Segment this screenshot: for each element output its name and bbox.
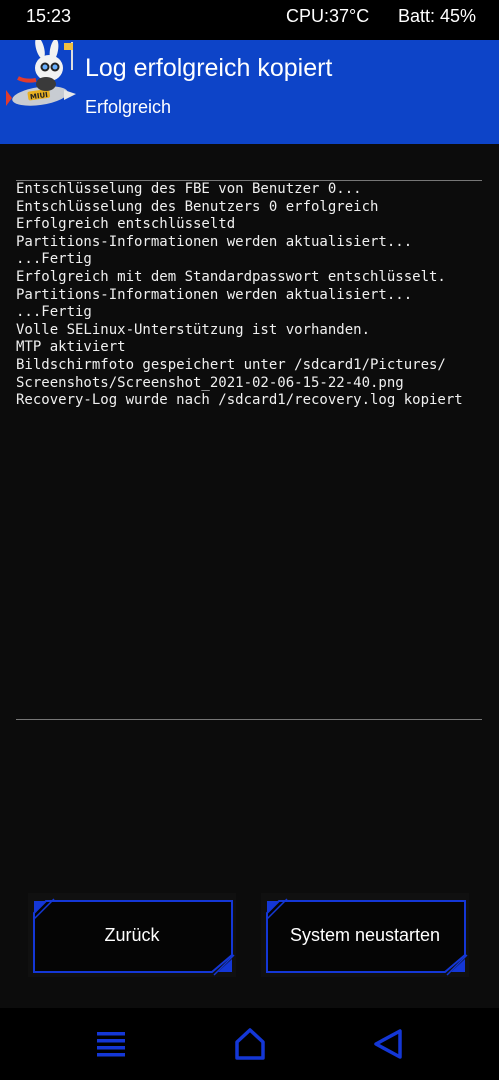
log-line: ...Fertig <box>16 304 92 321</box>
recovery-screen: 15:23 CPU:37°C Batt: 45% MIUI Log erfolg… <box>0 0 499 1080</box>
log-line: Entschlüsselung des Benutzers 0 erfolgre… <box>16 198 379 215</box>
header: MIUI Log erfolgreich kopiert Erfolgreich <box>0 37 499 144</box>
navigation-bar <box>0 1008 499 1080</box>
log-line: Partitions-Informationen werden aktualis… <box>16 286 413 303</box>
menu-icon[interactable] <box>91 1024 131 1064</box>
status-time: 15:23 <box>26 6 72 26</box>
reboot-system-button[interactable]: System neustarten <box>261 893 469 977</box>
reboot-system-button-label: System neustarten <box>289 924 441 945</box>
log-line: Screenshots/Screenshot_2021-02-06-15-22-… <box>16 374 404 391</box>
back-icon[interactable] <box>368 1024 408 1064</box>
log-line: Entschlüsselung des FBE von Benutzer 0..… <box>16 181 362 197</box>
log-line: Partitions-Informationen werden aktualis… <box>16 233 413 250</box>
log-line: ...Fertig <box>16 251 92 268</box>
log-line: MTP aktiviert <box>16 339 126 356</box>
console-log[interactable]: Entschlüsselung des FBE von Benutzer 0..… <box>16 181 492 711</box>
log-line: Bildschirmfoto gespeichert unter /sdcard… <box>16 356 446 373</box>
log-line: Recovery-Log wurde nach /sdcard1/recover… <box>16 392 463 409</box>
back-button-label: Zurück <box>104 924 160 945</box>
log-line: Erfolgreich mit dem Standardpasswort ent… <box>16 268 446 285</box>
miui-logo: MIUI <box>4 37 80 116</box>
page-title: Log erfolgreich kopiert <box>85 54 333 82</box>
log-line: Volle SELinux-Unterstützung ist vorhande… <box>16 321 371 338</box>
status-battery: Batt: 45% <box>398 6 477 26</box>
back-button[interactable]: Zurück <box>28 893 236 977</box>
home-icon[interactable] <box>230 1024 270 1064</box>
log-line: Erfolgreich entschlüsseltd <box>16 216 236 233</box>
status-bar: 15:23 CPU:37°C Batt: 45% <box>0 0 499 40</box>
console-divider-bottom <box>16 719 482 720</box>
page-subtitle: Erfolgreich <box>85 97 172 117</box>
status-cpu-temperature: CPU:37°C <box>286 6 370 26</box>
